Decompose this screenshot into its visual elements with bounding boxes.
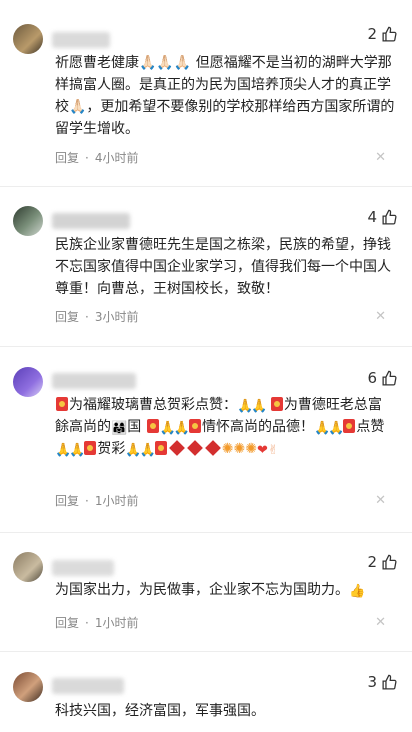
thumbs-up-icon — [382, 209, 397, 225]
pray-icon: 🙏🙏 — [314, 421, 344, 436]
reply-button[interactable]: 回复 — [55, 492, 79, 509]
like-count: 6 — [367, 369, 377, 387]
victory-hand-icon: ✌ — [267, 443, 279, 458]
reply-button[interactable]: 回复 — [55, 308, 79, 325]
text-segment: 点赞 — [356, 419, 385, 435]
thumbs-up-emoji-icon: 👍 — [349, 584, 366, 599]
username-blurred[interactable] — [52, 213, 130, 229]
red-envelope-icon — [343, 419, 356, 433]
heart-icon: ❤ — [256, 443, 268, 458]
like-button[interactable]: 2 — [367, 25, 398, 43]
like-count: 2 — [367, 25, 377, 43]
reply-button[interactable]: 回复 — [55, 149, 79, 166]
text-segment: 为国家出力，为民做事，企业家不忘为国助力。 — [55, 582, 349, 598]
thumbs-up-icon — [382, 554, 397, 570]
thumbs-up-icon — [382, 674, 397, 690]
red-envelope-icon — [84, 441, 97, 455]
text-segment: 为福耀玻璃曹总贺彩点赞： — [69, 397, 237, 413]
comment-time: 4小时前 — [94, 151, 139, 165]
fu-charm-icon — [168, 440, 185, 456]
comment-item: 2 祈愿曹老健康🙏🏻🙏🏻🙏🏻 但愿福耀不是当初的湖畔大学那样搞富人圈。是真正的为… — [0, 0, 412, 170]
username-blurred[interactable] — [52, 560, 114, 576]
comment-item: 6 为福耀玻璃曹总贺彩点赞：🙏🙏 为曹德旺老总富餘高尚的👨‍👩‍👧国 🙏🙏 情怀高… — [0, 347, 412, 537]
comment-meta: 回复 · 3小时前 — [55, 308, 138, 325]
thumbs-up-icon — [382, 370, 397, 386]
like-count: 3 — [367, 673, 377, 691]
close-icon[interactable]: ✕ — [375, 615, 386, 630]
like-button[interactable]: 2 — [367, 553, 398, 571]
username-blurred[interactable] — [52, 373, 136, 389]
comment-meta: 回复 · 1小时前 — [55, 614, 138, 631]
pray-icon: 🙏🙏 — [55, 443, 85, 458]
meta-dot: · — [85, 309, 89, 324]
thumbs-up-icon — [382, 26, 397, 42]
comment-item: 2 为国家出力，为民做事，企业家不忘为国助力。👍 回复 · 1小时前 ✕ — [0, 533, 412, 663]
firework-icon: ✺ — [245, 441, 257, 457]
comment-text: 科技兴国，经济富国，军事强国。 — [55, 703, 265, 719]
close-icon[interactable]: ✕ — [375, 150, 386, 165]
red-envelope-icon — [56, 397, 68, 411]
like-button[interactable]: 3 — [367, 673, 398, 691]
username-blurred[interactable] — [52, 678, 124, 694]
comment-time: 3小时前 — [94, 310, 139, 324]
meta-dot: · — [85, 615, 89, 630]
red-envelope-icon — [270, 397, 283, 411]
like-count: 2 — [367, 553, 377, 571]
avatar[interactable] — [13, 206, 43, 236]
firework-icon: ✺ — [233, 441, 246, 457]
comment-time: 1小时前 — [94, 494, 139, 508]
red-envelope-icon — [146, 419, 159, 433]
comment-item: 3 科技兴国，经济富国，军事强国。 — [0, 652, 412, 732]
avatar[interactable] — [13, 552, 43, 582]
comment-meta: 回复 · 1小时前 — [55, 492, 138, 509]
comment-text: 民族企业家曹德旺先生是国之栋梁，民族的希望，挣钱不忘国家值得中国企业家学习，值得… — [55, 237, 391, 297]
firework-icon: ✺ — [221, 441, 234, 457]
pray-icon: 🙏🙏 — [237, 399, 267, 414]
like-button[interactable]: 6 — [367, 369, 398, 387]
avatar[interactable] — [13, 672, 43, 702]
pray-icon: 🙏🙏 — [125, 443, 155, 458]
text-segment: 国 — [127, 419, 142, 435]
like-button[interactable]: 4 — [367, 208, 398, 226]
meta-dot: · — [85, 150, 89, 165]
comment-text: 为福耀玻璃曹总贺彩点赞：🙏🙏 为曹德旺老总富餘高尚的👨‍👩‍👧国 🙏🙏 情怀高尚的… — [55, 394, 395, 460]
close-icon[interactable]: ✕ — [375, 493, 386, 508]
red-envelope-icon — [189, 419, 202, 433]
avatar[interactable] — [13, 24, 43, 54]
like-count: 4 — [367, 208, 377, 226]
reply-button[interactable]: 回复 — [55, 614, 79, 631]
red-envelope-icon — [154, 441, 167, 455]
close-icon[interactable]: ✕ — [375, 309, 386, 324]
text-segment: 情怀高尚的品德！ — [202, 419, 315, 435]
comment-meta: 回复 · 4小时前 — [55, 149, 138, 166]
comment-text: 为国家出力，为民做事，企业家不忘为国助力。👍 — [55, 579, 395, 601]
avatar[interactable] — [13, 367, 43, 397]
comment-feed: 2 祈愿曹老健康🙏🏻🙏🏻🙏🏻 但愿福耀不是当初的湖畔大学那样搞富人圈。是真正的为… — [0, 0, 412, 732]
comment-time: 1小时前 — [94, 616, 139, 630]
pray-icon: 🙏🙏 — [159, 421, 190, 436]
username-blurred[interactable] — [52, 32, 110, 48]
meta-dot: · — [85, 493, 89, 508]
family-icon: 👨‍👩‍👧 — [111, 421, 128, 436]
comment-item: 4 民族企业家曹德旺先生是国之栋梁，民族的希望，挣钱不忘国家值得中国企业家学习，… — [0, 187, 412, 347]
text-segment: 贺彩 — [97, 441, 126, 457]
fu-charm-icon — [204, 440, 221, 456]
comment-text: 祈愿曹老健康🙏🏻🙏🏻🙏🏻 但愿福耀不是当初的湖畔大学那样搞富人圈。是真正的为民为… — [55, 55, 395, 137]
fu-charm-icon — [186, 440, 203, 456]
